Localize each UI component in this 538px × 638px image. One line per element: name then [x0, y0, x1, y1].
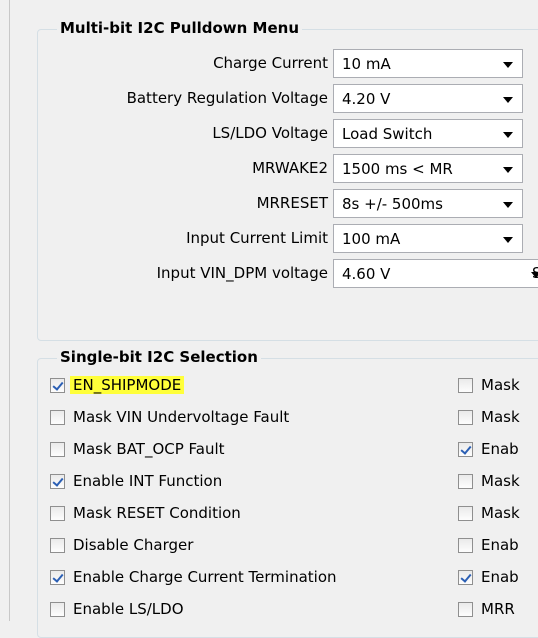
chevron-down-icon[interactable]	[503, 237, 513, 243]
row-input-vin-dpm-voltage: Input VIN_DPM voltage 4.60 V S	[0, 256, 538, 292]
mrwake2-dropdown[interactable]: 1500 ms < MR	[333, 154, 523, 183]
input-current-limit-value: 100 mA	[342, 230, 401, 248]
battery-regulation-voltage-dropdown[interactable]: 4.20 V	[333, 84, 523, 113]
left-checkbox-label: Enable Charge Current Termination	[73, 568, 337, 586]
mrreset-value: 8s +/- 500ms	[342, 195, 443, 213]
checkbox-unchecked[interactable]	[50, 410, 65, 425]
truncated-trailing-label: S	[532, 264, 538, 282]
input-current-limit-label: Input Current Limit	[186, 229, 328, 247]
left-checkbox-label: Enable INT Function	[73, 472, 223, 490]
ls-ldo-voltage-label: LS/LDO Voltage	[212, 124, 328, 142]
checkbox-unchecked[interactable]	[50, 442, 65, 457]
right-checkbox-label: Enab	[481, 568, 519, 586]
mrreset-dropdown[interactable]: 8s +/- 500ms	[333, 189, 523, 218]
checkbox-unchecked[interactable]	[458, 506, 473, 521]
checkbox-checked[interactable]	[458, 442, 473, 457]
checkbox-unchecked[interactable]	[50, 602, 65, 617]
left-checkbox-label: Mask RESET Condition	[73, 504, 241, 522]
mrreset-label: MRRESET	[256, 194, 328, 212]
highlighted-label: EN_SHIPMODE	[70, 376, 185, 394]
ls-ldo-voltage-dropdown[interactable]: Load Switch	[333, 119, 523, 148]
charge-current-dropdown[interactable]: 10 mA	[333, 49, 523, 78]
left-checkbox-label: Enable LS/LDO	[73, 600, 184, 618]
checkbox-unchecked[interactable]	[458, 538, 473, 553]
mrwake2-value: 1500 ms < MR	[342, 160, 453, 178]
right-checkbox-label: Enab	[481, 440, 519, 458]
mrwake2-label: MRWAKE2	[252, 159, 328, 177]
checkbox-checked[interactable]	[50, 378, 65, 393]
multi-bit-title: Multi-bit I2C Pulldown Menu	[57, 19, 303, 37]
chevron-down-icon[interactable]	[503, 167, 513, 173]
row-battery-regulation-voltage: Battery Regulation Voltage 4.20 V	[0, 81, 538, 117]
battery-regulation-voltage-value: 4.20 V	[342, 90, 391, 108]
chevron-down-icon[interactable]	[503, 132, 513, 138]
chevron-down-icon[interactable]	[503, 202, 513, 208]
right-checkbox-label: Mask	[481, 504, 520, 522]
left-checkbox-label: Mask VIN Undervoltage Fault	[73, 408, 290, 426]
single-bit-groupbox	[37, 358, 538, 638]
input-vin-dpm-voltage-dropdown[interactable]: 4.60 V	[333, 259, 538, 288]
left-checkbox-label: Mask BAT_OCP Fault	[73, 440, 225, 458]
right-checkbox-label: Mask	[481, 408, 520, 426]
checkbox-unchecked[interactable]	[458, 602, 473, 617]
checkbox-checked[interactable]	[50, 474, 65, 489]
input-vin-dpm-voltage-value: 4.60 V	[342, 265, 391, 283]
right-checkbox-label: Enab	[481, 536, 519, 554]
input-vin-dpm-voltage-label: Input VIN_DPM voltage	[156, 264, 328, 282]
single-bit-title: Single-bit I2C Selection	[57, 348, 261, 366]
checkbox-checked[interactable]	[50, 570, 65, 585]
input-current-limit-dropdown[interactable]: 100 mA	[333, 224, 523, 253]
right-checkbox-label: Mask	[481, 472, 520, 490]
checkbox-checked[interactable]	[458, 570, 473, 585]
checkbox-unchecked[interactable]	[50, 538, 65, 553]
charge-current-label: Charge Current	[213, 54, 328, 72]
right-checkbox-label: Mask	[481, 376, 520, 394]
right-checkbox-label: MRR	[481, 600, 515, 618]
row-input-current-limit: Input Current Limit 100 mA	[0, 221, 538, 257]
checkbox-unchecked[interactable]	[458, 410, 473, 425]
row-mrwake2: MRWAKE2 1500 ms < MR	[0, 151, 538, 187]
ls-ldo-voltage-value: Load Switch	[342, 125, 433, 143]
left-checkbox-label: EN_SHIPMODE	[70, 376, 185, 394]
checkbox-unchecked[interactable]	[458, 378, 473, 393]
left-checkbox-label: Disable Charger	[73, 536, 194, 554]
chevron-down-icon[interactable]	[503, 97, 513, 103]
charge-current-value: 10 mA	[342, 55, 391, 73]
chevron-down-icon[interactable]	[503, 62, 513, 68]
checkbox-unchecked[interactable]	[50, 506, 65, 521]
row-mrreset: MRRESET 8s +/- 500ms	[0, 186, 538, 222]
battery-regulation-voltage-label: Battery Regulation Voltage	[126, 89, 328, 107]
row-ls-ldo-voltage: LS/LDO Voltage Load Switch	[0, 116, 538, 152]
checkbox-unchecked[interactable]	[458, 474, 473, 489]
row-charge-current: Charge Current 10 mA	[0, 46, 538, 82]
